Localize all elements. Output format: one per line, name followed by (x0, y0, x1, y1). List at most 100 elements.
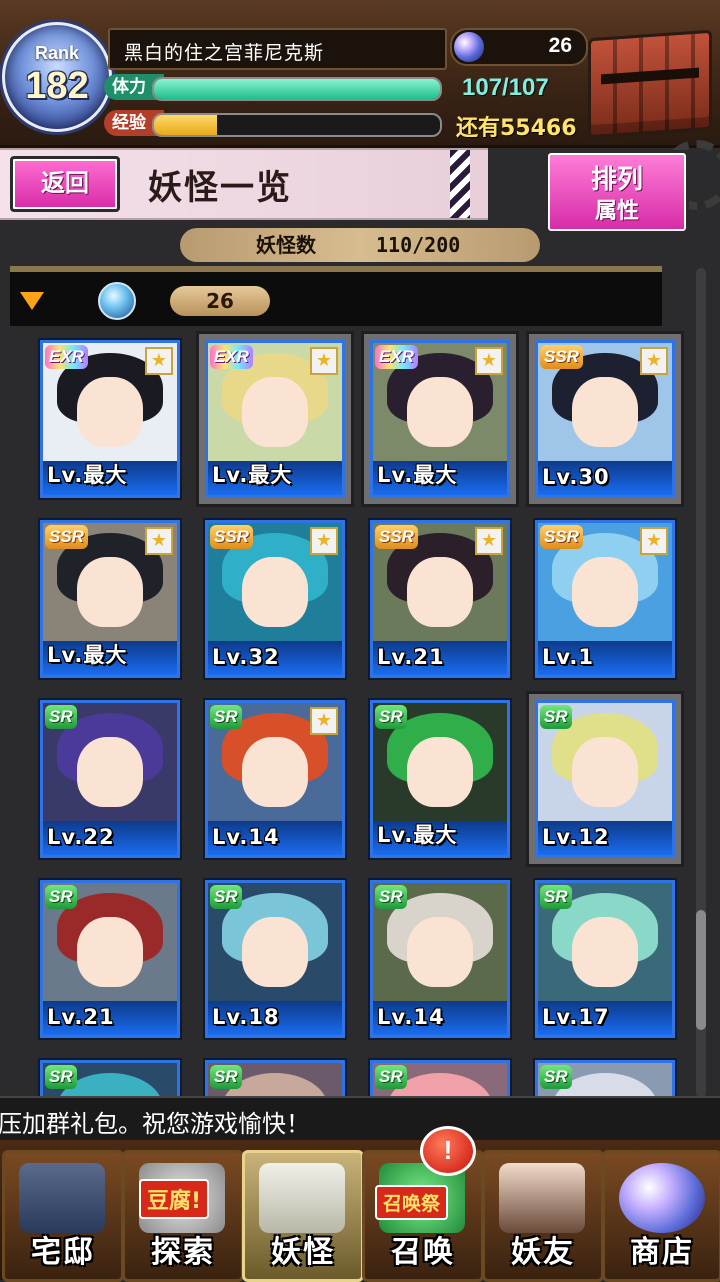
back-button[interactable]: 返回 (10, 156, 120, 212)
level-text: Lv.21 (377, 645, 445, 669)
rarity-badge: SR (45, 1065, 77, 1089)
rarity-badge: SSR (45, 525, 88, 549)
yokai-card[interactable]: SSR ★ Lv.30 (535, 340, 675, 498)
level-text: Lv.14 (212, 825, 280, 849)
rarity-badge: SR (375, 1065, 407, 1089)
yokai-card[interactable]: SR Lv.最大 (370, 700, 510, 858)
news-ticker: 压加群礼包。祝您游戏愉快！ (0, 1096, 720, 1142)
stamina-fill (154, 79, 440, 99)
rarity-badge: SR (210, 705, 242, 729)
favorite-star-icon: ★ (310, 527, 338, 555)
yokai-card[interactable]: SR Lv.22 (40, 700, 180, 858)
yokai-card[interactable]: EXR ★ Lv.最大 (370, 340, 510, 498)
gem-orb-icon (454, 32, 484, 62)
dropdown-arrow-icon[interactable] (20, 292, 44, 310)
favorite-star-icon: ★ (475, 347, 503, 375)
level-text: Lv.12 (542, 825, 610, 849)
level-text: Lv.22 (47, 825, 115, 849)
nav-yokai[interactable]: 妖怪 (242, 1150, 364, 1282)
yokai-face (407, 377, 473, 447)
nav-explore[interactable]: 豆腐! 探索 (122, 1150, 244, 1282)
rarity-badge: SR (45, 705, 77, 729)
exp-fill (154, 115, 217, 135)
yokai-face (407, 737, 473, 807)
rarity-badge: SR (375, 705, 407, 729)
level-text: Lv.最大 (47, 463, 128, 487)
level-text: Lv.17 (542, 1005, 610, 1029)
yokai-face (242, 737, 308, 807)
favorite-star-icon: ★ (145, 347, 173, 375)
yokai-card[interactable]: EXR ★ Lv.最大 (40, 340, 180, 498)
yokai-card[interactable]: SSR ★ Lv.最大 (40, 520, 180, 678)
favorite-star-icon: ★ (640, 527, 668, 555)
nav-explore-label: 探索 (151, 1235, 215, 1270)
yokai-card[interactable]: SSR ★ Lv.32 (205, 520, 345, 678)
rank-badge[interactable]: Rank 182 (2, 22, 112, 132)
level-text: Lv.32 (212, 645, 280, 669)
yokai-face (572, 737, 638, 807)
yokai-face (242, 377, 308, 447)
exp-track (152, 113, 442, 137)
rarity-badge: SSR (375, 525, 418, 549)
yokai-card[interactable]: SR Lv.17 (535, 880, 675, 1038)
yokai-face (77, 557, 143, 627)
exp-remaining: 还有55466 (456, 116, 577, 141)
yokai-count-label: 妖怪数 (256, 233, 316, 257)
yokai-face (407, 917, 473, 987)
filter-strip: 26 (10, 266, 662, 326)
yokai-count-banner: 妖怪数 110/200 (180, 228, 540, 262)
favorite-star-icon: ★ (310, 347, 338, 375)
yokai-card[interactable]: SR Lv.21 (40, 880, 180, 1038)
level-text: Lv.30 (542, 465, 610, 489)
yokai-face (77, 917, 143, 987)
level-text: Lv.最大 (377, 823, 458, 847)
water-attribute-icon[interactable] (98, 282, 136, 320)
yokai-card[interactable]: SR Lv.12 (535, 700, 675, 858)
nav-shop-label: 商店 (630, 1235, 694, 1270)
rarity-badge: SSR (540, 525, 583, 549)
exp-bar: 经验 (104, 110, 448, 137)
rank-value: 182 (25, 65, 89, 107)
rarity-badge: SR (540, 1065, 572, 1089)
level-text: Lv.1 (542, 645, 594, 669)
gem-count: 26 (548, 34, 572, 57)
catgirl-avatar-icon (499, 1163, 585, 1233)
level-text: Lv.最大 (377, 463, 458, 487)
nav-home-label: 宅邸 (31, 1235, 95, 1270)
yokai-card[interactable]: EXR ★ Lv.最大 (205, 340, 345, 498)
nav-friends[interactable]: 妖友 (482, 1150, 604, 1282)
scrollbar-thumb[interactable] (696, 910, 706, 1030)
rarity-badge: SR (210, 885, 242, 909)
nav-yokai-label: 妖怪 (271, 1235, 335, 1270)
yokai-card[interactable]: SR Lv.14 (370, 880, 510, 1038)
ticker-text: 压加群礼包。祝您游戏愉快！ (0, 1110, 310, 1138)
level-text: Lv.最大 (47, 643, 128, 667)
favorite-star-icon: ★ (145, 527, 173, 555)
treasure-chest-icon[interactable] (588, 29, 712, 139)
sort-button[interactable]: 排列 属性 (545, 150, 689, 234)
yokai-card[interactable]: SSR ★ Lv.1 (535, 520, 675, 678)
favorite-star-icon: ★ (640, 347, 668, 375)
explore-tag: 豆腐! (139, 1179, 210, 1219)
level-text: Lv.21 (47, 1005, 115, 1029)
stamina-value: 107/107 (462, 74, 549, 101)
player-name-box: 黑白的住之宫菲尼克斯 (108, 28, 447, 70)
nav-shop[interactable]: 商店 (602, 1150, 720, 1282)
house-icon (19, 1163, 105, 1233)
gem-counter[interactable]: 26 (450, 28, 588, 66)
yokai-face (77, 377, 143, 447)
stamina-bar: 体力 (104, 74, 448, 101)
level-text: Lv.14 (377, 1005, 445, 1029)
yokai-card[interactable]: SR ★ Lv.14 (205, 700, 345, 858)
rarity-badge: SSR (540, 345, 583, 369)
rarity-badge: SR (210, 1065, 242, 1089)
yokai-card[interactable]: SSR ★ Lv.21 (370, 520, 510, 678)
level-text: Lv.最大 (212, 463, 293, 487)
rarity-badge: EXR (210, 345, 253, 369)
favorite-star-icon: ★ (475, 527, 503, 555)
yokai-card[interactable]: SR Lv.18 (205, 880, 345, 1038)
nav-summon-label: 召唤 (391, 1235, 455, 1270)
summon-tag: 召唤祭 (375, 1185, 449, 1220)
nav-home[interactable]: 宅邸 (2, 1150, 124, 1282)
nav-friends-label: 妖友 (511, 1235, 575, 1270)
